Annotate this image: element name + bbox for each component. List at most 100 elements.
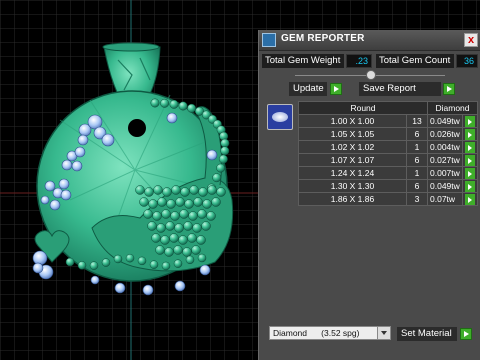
metal-bead bbox=[101, 258, 111, 267]
gem-stone bbox=[206, 149, 218, 161]
gem-size: 1.24 X 1.24 bbox=[298, 166, 407, 180]
total-weight-label: Total Gem Weight bbox=[262, 54, 344, 68]
gem-stone bbox=[44, 180, 56, 192]
metal-bead bbox=[160, 235, 170, 245]
arrow-right-icon bbox=[465, 128, 475, 140]
metal-bead bbox=[166, 199, 176, 209]
gem-stone bbox=[61, 159, 73, 171]
metal-bead bbox=[175, 197, 185, 207]
metal-bead bbox=[162, 187, 172, 197]
material-header: Diamond bbox=[427, 101, 478, 115]
total-count-value: 36 bbox=[456, 54, 478, 68]
metal-bead bbox=[197, 209, 207, 219]
metal-bead bbox=[156, 223, 166, 233]
gem-count: 1 bbox=[406, 140, 428, 154]
metal-bead bbox=[220, 146, 230, 156]
gem-stone bbox=[60, 189, 72, 201]
panel-titlebar[interactable]: GEM REPORTER x bbox=[259, 30, 480, 51]
metal-bead bbox=[207, 185, 217, 195]
metal-bead bbox=[173, 259, 183, 268]
table-row[interactable]: 1.30 X 1.30 6 0.049tw bbox=[298, 179, 478, 193]
metal-bead bbox=[187, 103, 197, 113]
row-go-button[interactable] bbox=[462, 166, 478, 180]
update-label: Update bbox=[289, 82, 327, 96]
set-material-button[interactable] bbox=[460, 328, 472, 340]
metal-bead bbox=[160, 98, 170, 108]
gem-size: 1.07 X 1.07 bbox=[298, 153, 407, 167]
gem-count: 6 bbox=[406, 127, 428, 141]
update-button[interactable] bbox=[330, 83, 342, 95]
metal-bead bbox=[137, 256, 147, 266]
table-row[interactable]: 1.02 X 1.02 1 0.004tw bbox=[298, 140, 478, 154]
metal-bead bbox=[65, 257, 75, 267]
metal-bead bbox=[212, 173, 222, 183]
metal-bead bbox=[216, 163, 226, 173]
panel-title: GEM REPORTER bbox=[281, 33, 365, 44]
metal-bead bbox=[150, 98, 160, 108]
metal-bead bbox=[89, 261, 99, 270]
gem-size: 1.30 X 1.30 bbox=[298, 179, 407, 193]
chevron-down-icon[interactable] bbox=[377, 327, 390, 339]
row-go-button[interactable] bbox=[462, 127, 478, 141]
gem-stone bbox=[32, 262, 44, 274]
metal-bead bbox=[157, 197, 167, 207]
metal-bead bbox=[151, 233, 161, 243]
table-row[interactable]: 1.86 X 1.86 3 0.07tw bbox=[298, 192, 478, 206]
metal-bead bbox=[170, 211, 180, 221]
gem-stone bbox=[114, 282, 126, 294]
gem-count: 13 bbox=[406, 114, 428, 128]
metal-bead bbox=[113, 254, 123, 264]
metal-bead bbox=[125, 253, 135, 263]
total-weight-value: .23 bbox=[346, 54, 372, 68]
metal-bead bbox=[153, 185, 163, 195]
metal-bead bbox=[216, 187, 226, 197]
arrow-right-icon bbox=[465, 167, 475, 179]
metal-bead bbox=[211, 197, 221, 207]
save-report-label: Save Report bbox=[359, 82, 441, 96]
metal-bead bbox=[189, 185, 199, 195]
arrow-right-icon bbox=[465, 193, 475, 205]
metal-bead bbox=[171, 185, 181, 195]
gem-stone bbox=[32, 250, 48, 266]
arrow-right-icon bbox=[465, 115, 475, 127]
metal-bead bbox=[152, 211, 162, 221]
material-select[interactable]: Diamond (3.52 spg) bbox=[269, 326, 391, 340]
metal-bead bbox=[188, 211, 198, 221]
table-row[interactable]: 1.24 X 1.24 1 0.007tw bbox=[298, 166, 478, 180]
set-material-label: Set Material bbox=[397, 327, 457, 341]
row-go-button[interactable] bbox=[462, 192, 478, 206]
gem-stone bbox=[199, 264, 211, 276]
metal-bead bbox=[218, 154, 228, 164]
metal-bead bbox=[220, 138, 230, 148]
table-row[interactable]: 1.07 X 1.07 6 0.027tw bbox=[298, 153, 478, 167]
metal-bead bbox=[169, 233, 179, 243]
arrow-right-icon bbox=[465, 154, 475, 166]
gem-count: 6 bbox=[406, 179, 428, 193]
gem-weight: 0.049tw bbox=[427, 179, 463, 193]
total-count-label: Total Gem Count bbox=[376, 54, 454, 68]
metal-bead bbox=[173, 245, 183, 255]
save-report-button[interactable] bbox=[443, 83, 455, 95]
row-go-button[interactable] bbox=[462, 179, 478, 193]
row-go-button[interactable] bbox=[462, 140, 478, 154]
metal-bead bbox=[164, 247, 174, 257]
metal-bead bbox=[206, 211, 216, 221]
row-go-button[interactable] bbox=[462, 153, 478, 167]
row-go-button[interactable] bbox=[462, 114, 478, 128]
metal-bead bbox=[183, 221, 193, 231]
metal-bead bbox=[165, 221, 175, 231]
close-button[interactable]: x bbox=[464, 33, 478, 47]
gem-stone bbox=[101, 133, 115, 147]
metal-bead bbox=[197, 253, 207, 263]
metal-bead bbox=[196, 235, 206, 245]
collapse-toggle[interactable] bbox=[366, 70, 376, 80]
gem-stone bbox=[142, 284, 154, 296]
metal-bead bbox=[139, 197, 149, 207]
material-select-value: Diamond (3.52 spg) bbox=[273, 328, 360, 338]
gem-stone bbox=[77, 134, 89, 146]
gem-weight: 0.004tw bbox=[427, 140, 463, 154]
metal-bead bbox=[155, 245, 165, 255]
metal-bead bbox=[193, 197, 203, 207]
table-row[interactable]: 1.05 X 1.05 6 0.026tw bbox=[298, 127, 478, 141]
table-row[interactable]: 1.00 X 1.00 13 0.049tw bbox=[298, 114, 478, 128]
